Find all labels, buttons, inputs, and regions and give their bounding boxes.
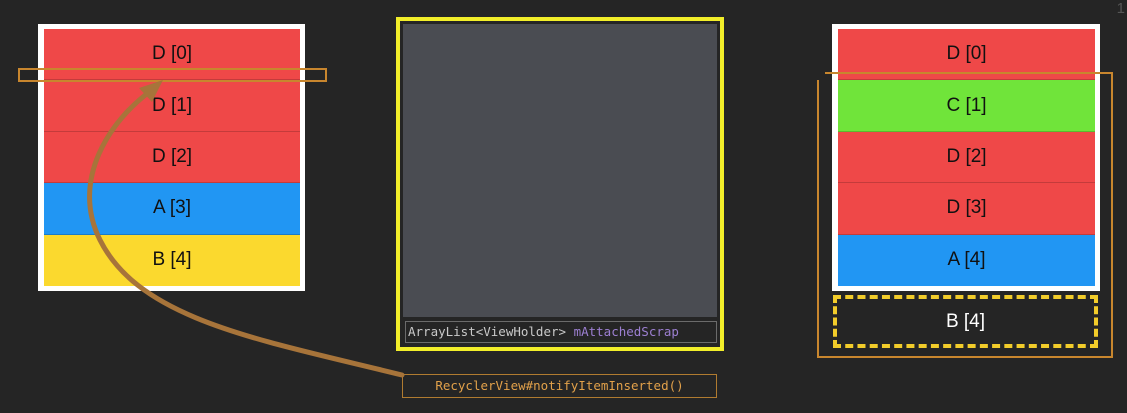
shifted-items-outline <box>817 72 1113 358</box>
insert-arrow <box>87 87 405 378</box>
annotation-overlay <box>18 68 1113 378</box>
insert-position-highlight <box>18 68 327 82</box>
